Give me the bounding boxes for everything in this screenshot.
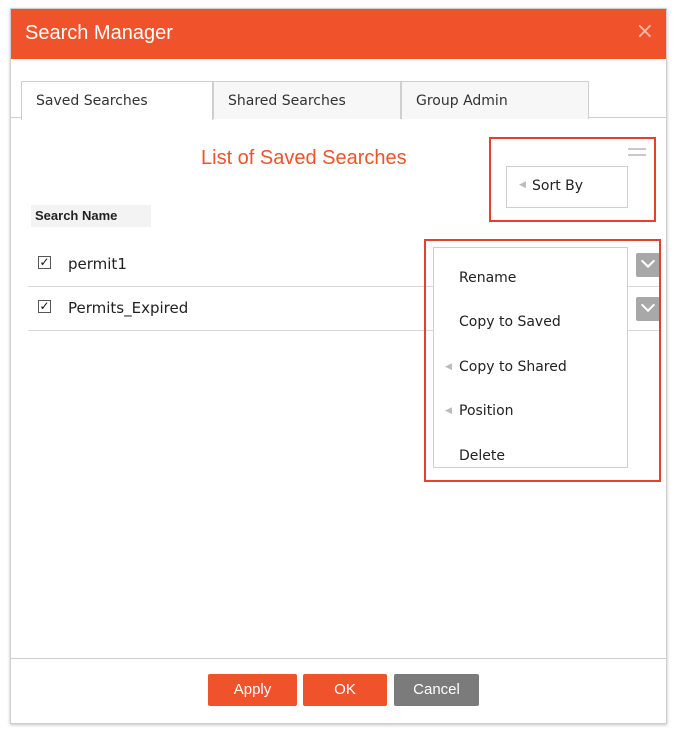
title-bar: Search Manager × [11, 9, 666, 59]
search-manager-dialog: Search Manager × Saved Searches Shared S… [10, 8, 667, 724]
search-name: Permits_Expired [68, 299, 189, 317]
dialog-title: Search Manager [25, 22, 173, 44]
hamburger-menu-icon[interactable] [628, 148, 646, 162]
menu-item-label: Rename [459, 270, 517, 286]
menu-item-copy-to-saved[interactable]: Copy to Saved [434, 302, 627, 342]
row-context-menu: Rename Copy to Saved ◀ Copy to Shared ◀ … [433, 247, 628, 468]
tab-group-admin[interactable]: Group Admin [401, 81, 589, 119]
ok-button[interactable]: OK [303, 674, 387, 706]
menu-item-copy-to-shared[interactable]: ◀ Copy to Shared [434, 347, 627, 387]
close-icon[interactable]: × [636, 21, 654, 43]
dialog-footer: Apply OK Cancel [11, 658, 666, 724]
search-name: permit1 [68, 255, 127, 273]
chevron-left-icon: ◀ [445, 362, 452, 372]
menu-item-label: Delete [459, 448, 505, 464]
tab-saved-searches[interactable]: Saved Searches [21, 81, 213, 120]
page-heading: List of Saved Searches [201, 147, 407, 169]
menu-item-label: Copy to Shared [459, 359, 567, 375]
menu-item-label: Copy to Saved [459, 314, 561, 330]
menu-item-rename[interactable]: Rename [434, 258, 627, 298]
sort-by-menu-item[interactable]: ◀ Sort By [506, 166, 628, 208]
chevron-left-icon: ◀ [445, 406, 452, 416]
menu-item-position[interactable]: ◀ Position [434, 391, 627, 431]
menu-item-label: Position [459, 403, 514, 419]
chevron-left-icon: ◀ [519, 180, 526, 190]
apply-button[interactable]: Apply [208, 674, 297, 706]
column-header-search-name: Search Name [31, 205, 151, 227]
row-checkbox[interactable]: ✓ [38, 256, 51, 269]
cancel-button[interactable]: Cancel [394, 674, 479, 706]
tab-shared-searches[interactable]: Shared Searches [213, 81, 401, 119]
sort-by-label: Sort By [532, 178, 584, 194]
row-checkbox[interactable]: ✓ [38, 300, 51, 313]
tab-bar: Saved Searches Shared Searches Group Adm… [11, 59, 666, 120]
menu-item-delete[interactable]: Delete [434, 436, 627, 476]
